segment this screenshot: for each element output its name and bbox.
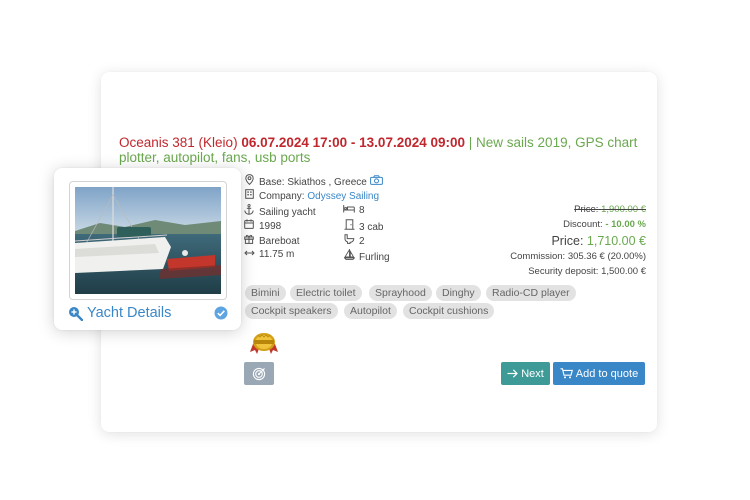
yacht-name: Oceanis 381 (Kleio) xyxy=(119,135,238,150)
equipment-tag: Electric toilet xyxy=(290,285,362,301)
company-info: Company: Odyssey Sailing xyxy=(243,189,379,204)
spec-type: Sailing yacht xyxy=(243,204,316,218)
award-badge-icon xyxy=(246,330,282,356)
spec-length-value: 11.75 m xyxy=(259,249,295,260)
spec-mainsail-value: Furling xyxy=(359,252,390,263)
yacht-photo-frame xyxy=(69,181,227,300)
spec-wc: 2 xyxy=(343,234,365,247)
equipment-tag: Sprayhood xyxy=(369,285,432,301)
map-pin-icon xyxy=(243,174,255,190)
company-link[interactable]: Odyssey Sailing xyxy=(307,191,379,202)
equipment-tag: Radio-CD player xyxy=(486,285,576,301)
spec-type-value: Sailing yacht xyxy=(259,207,316,218)
equipment-tag: Cockpit cushions xyxy=(403,303,495,319)
base-location: Skiathos , Greece xyxy=(287,177,367,188)
listing-title: Oceanis 381 (Kleio) 06.07.2024 17:00 - 1… xyxy=(119,135,649,165)
toilet-icon xyxy=(343,234,355,247)
target-icon xyxy=(252,367,266,381)
spec-year: 1998 xyxy=(243,219,281,232)
door-icon xyxy=(343,219,355,233)
target-button[interactable] xyxy=(244,362,274,385)
next-button-label: Next xyxy=(521,367,544,380)
zoom-in-icon xyxy=(68,306,83,321)
camera-icon[interactable] xyxy=(369,175,383,188)
building-icon xyxy=(243,189,255,204)
spec-charter-value: Bareboat xyxy=(259,236,300,247)
spec-mainsail: Furling xyxy=(343,247,390,263)
discount: Discount: - 10.00 % xyxy=(563,219,646,230)
spec-berths: 8 xyxy=(343,204,365,216)
yacht-details-label: Yacht Details xyxy=(87,305,172,321)
company-label: Company: xyxy=(259,191,305,202)
final-price: Price: 1,710.00 € xyxy=(551,234,646,248)
equipment-tag: Bimini xyxy=(245,285,286,301)
gift-icon xyxy=(243,234,255,247)
spec-berths-value: 8 xyxy=(359,205,365,216)
commission: Commission: 305.36 € (20.00%) xyxy=(510,251,646,262)
equipment-tag: Dinghy xyxy=(436,285,481,301)
yacht-preview-card[interactable]: Yacht Details xyxy=(54,168,241,330)
original-price-label: Price: xyxy=(574,204,599,215)
yacht-photo[interactable] xyxy=(74,187,221,294)
equipment-tag: Autopilot xyxy=(344,303,397,319)
spec-length: 11.75 m xyxy=(243,249,294,260)
final-price-label: Price: xyxy=(551,234,584,248)
add-to-quote-button[interactable]: Add to quote xyxy=(553,362,645,385)
discount-value: - 10.00 % xyxy=(605,219,646,230)
bed-icon xyxy=(343,204,355,216)
charter-dates: 06.07.2024 17:00 - 13.07.2024 09:00 xyxy=(241,135,466,150)
spec-year-value: 1998 xyxy=(259,221,282,232)
cart-icon xyxy=(560,368,573,379)
sail-icon xyxy=(343,247,355,263)
original-price-value: 1,900.00 € xyxy=(601,204,646,215)
anchor-icon xyxy=(243,204,255,218)
original-price: Price: 1,900.00 € xyxy=(574,204,646,215)
security-deposit: Security deposit: 1,500.00 € xyxy=(528,266,646,277)
final-price-value: 1,710.00 € xyxy=(586,234,646,248)
equipment-tag: Cockpit speakers xyxy=(245,303,338,319)
spec-cabins-value: 3 cab xyxy=(359,222,384,233)
discount-label: Discount: xyxy=(563,219,603,230)
spec-charter: Bareboat xyxy=(243,234,300,247)
calendar-icon xyxy=(243,219,255,232)
length-icon xyxy=(243,249,255,260)
next-button[interactable]: Next xyxy=(501,362,550,385)
add-to-quote-label: Add to quote xyxy=(575,367,639,380)
verified-check-icon xyxy=(214,306,228,320)
arrow-right-icon xyxy=(507,369,519,378)
base-info: Base: Skiathos , Greece xyxy=(243,174,383,190)
spec-cabins: 3 cab xyxy=(343,219,383,233)
spec-wc-value: 2 xyxy=(359,236,365,247)
base-label: Base: xyxy=(259,177,285,188)
yacht-details-link[interactable]: Yacht Details xyxy=(68,305,171,321)
